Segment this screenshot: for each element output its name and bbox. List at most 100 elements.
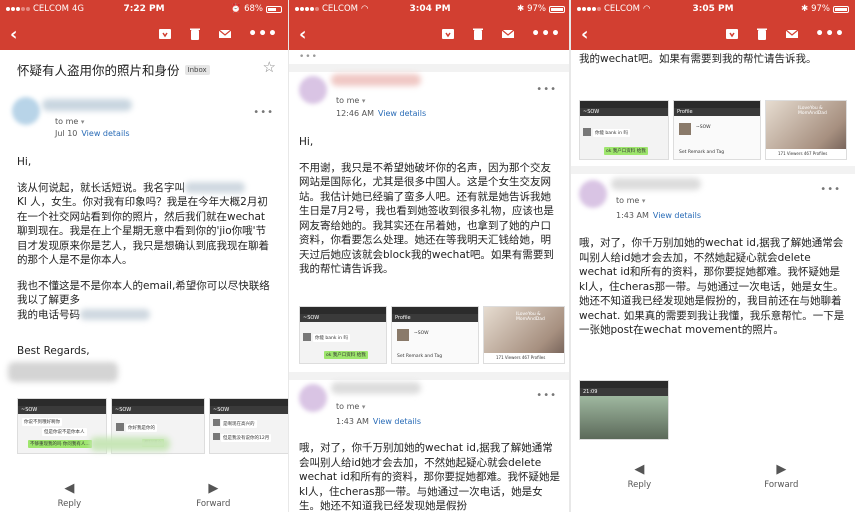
moment-photo-thumbnail[interactable]: 21:09 (579, 380, 669, 440)
recipient-line[interactable]: to me ▾ (616, 196, 645, 205)
message-more-icon[interactable]: ••• (253, 107, 274, 118)
signal-icon (577, 7, 601, 11)
chevron-down-icon: ▾ (361, 403, 366, 411)
reply-button[interactable]: ◀ Reply (628, 462, 652, 490)
message-more-icon[interactable]: ••• (536, 84, 557, 95)
battery-icon (266, 5, 282, 13)
email-toolbar: ‹ ••• (0, 18, 288, 50)
redacted-signature (8, 362, 118, 382)
signal-icon (295, 7, 319, 11)
chevron-down-icon: ▾ (361, 97, 366, 105)
back-button[interactable]: ‹ (10, 24, 34, 45)
body-greeting: Hi, (299, 136, 314, 148)
trash-icon[interactable] (188, 27, 202, 41)
recipient-line[interactable]: to me ▾ (336, 96, 365, 105)
trash-icon[interactable] (471, 27, 485, 41)
date-line: 1:43 AM View details (336, 417, 422, 426)
body-paragraph: Kl 人，女生。你对我有印象吗？我是在今年大概2月初在一个社交网站看到你的照片，… (17, 196, 269, 266)
view-details-link[interactable]: View details (81, 129, 129, 138)
message-more-icon[interactable]: ••• (820, 184, 841, 195)
email-body: 哦，对了，你千万别加她的wechat id,据我了解她通常会叫别人给id她才会去… (571, 236, 855, 349)
body-paragraph: 不用谢，我只是不希望她破坏你的名声，因为那个交友网站是国际化，尤其是很多中国人。… (299, 161, 554, 276)
inbox-badge[interactable]: Inbox (184, 64, 210, 75)
battery-icon (549, 5, 565, 13)
body-line: 该从何说起，就长话短说。我名字叫 (17, 181, 185, 194)
date-line: 12:46 AM View details (336, 109, 427, 118)
email-body: 哦，对了，你千万别加她的wechat id,据我了解她通常会叫别人给id她才会去… (289, 441, 571, 512)
archive-icon[interactable] (158, 27, 172, 41)
attachment-thumbnail[interactable]: Profile ~SOW Set Remark and Tag (391, 306, 479, 364)
carrier-label: CELCOM (33, 4, 70, 14)
status-bar: CELCOM ◠ 3:05 PM ✱ 97% (571, 0, 855, 18)
network-label: 4G (72, 4, 85, 14)
redacted-sender-name (331, 74, 421, 86)
message-divider (289, 372, 571, 380)
forward-icon: ▶ (208, 481, 219, 496)
email-body: Hi, 该从何说起，就长话短说。我名字叫 Kl 人，女生。你对我有印象吗？我是在… (0, 155, 288, 359)
chevron-down-icon: ▾ (641, 197, 646, 205)
view-details-link[interactable]: View details (378, 109, 426, 118)
avatar (299, 384, 327, 412)
battery-percent: 97% (527, 4, 546, 14)
trash-icon[interactable] (755, 27, 769, 41)
reply-bar: ◀ Reply ▶ Forward (571, 462, 855, 490)
avatar (579, 180, 607, 208)
back-button[interactable]: ‹ (581, 24, 605, 45)
wifi-icon: ◠ (643, 4, 651, 14)
star-icon[interactable]: ☆ (263, 58, 276, 76)
forward-icon: ▶ (776, 462, 787, 477)
redacted-name (185, 182, 245, 193)
mail-icon[interactable] (501, 27, 515, 41)
attachment-thumbnail[interactable]: Profile ~SOW Set Remark and Tag (673, 100, 761, 160)
photo-thumbnail[interactable]: ILoveYou & MomAndDad 171 Viewers 467 Pro… (483, 306, 565, 364)
battery-percent: 68% (244, 4, 263, 14)
archive-icon[interactable] (725, 27, 739, 41)
body-paragraph: 我也不懂这是不是你本人的email,希望你可以尽快联络我以了解更多 (17, 279, 270, 307)
email-screenshot-1: CELCOM 4G 7:22 PM ⏰ 68% ‹ ••• 怀疑有人盗用你的照片… (0, 0, 288, 512)
date-line: 1:43 AM View details (616, 211, 702, 220)
email-subject: 怀疑有人盗用你的照片和身份 Inbox (0, 50, 288, 79)
attachment-thumbnail[interactable]: ~SOW 你能 bank in 吗 ok 我户口资料 给我 (299, 306, 387, 364)
more-options-icon[interactable]: ••• (248, 27, 278, 41)
attachment-thumbnail[interactable]: ~SOW 是啊现在高兴的 但是我没有说你的12月 (209, 398, 288, 454)
status-bar: CELCOM 4G 7:22 PM ⏰ 68% (0, 0, 288, 18)
archive-icon[interactable] (441, 27, 455, 41)
photo-thumbnail[interactable]: ILoveYou & MomAndDad 171 Viewers 467 Pro… (765, 100, 847, 160)
body-line: 我的电话号码 (17, 308, 80, 321)
email-screenshot-3: CELCOM ◠ 3:05 PM ✱ 97% ‹ ••• 我的wechat吧。如… (571, 0, 855, 512)
message-divider (571, 166, 855, 174)
carrier-label: CELCOM (604, 4, 641, 14)
attachment-thumbnails: ~SOW 你能 bank in 吗 ok 我户口资料 给我 Profile ~S… (299, 306, 565, 364)
battery-fill (551, 7, 563, 11)
more-options-icon[interactable]: ••• (531, 27, 561, 41)
forward-button[interactable]: ▶ Forward (764, 462, 798, 490)
redacted-phone (80, 309, 150, 320)
battery-icon (833, 5, 849, 13)
view-details-link[interactable]: View details (373, 417, 421, 426)
email-body: Hi, 不用谢，我只是不希望她破坏你的名声，因为那个交友网站是国际化，尤其是很多… (289, 135, 571, 288)
date-line: Jul 10 View details (55, 129, 130, 138)
redacted-overlay (90, 437, 170, 451)
email-toolbar: ‹ ••• (571, 18, 855, 50)
body-paragraph: 哦，对了，你千万别加她的wechat id,据我了解她通常会叫别人给id她才会去… (299, 442, 560, 512)
body-greeting: Hi, (17, 156, 32, 168)
reply-button[interactable]: ◀ Reply (58, 481, 82, 509)
view-details-link[interactable]: View details (653, 211, 701, 220)
recipient-line[interactable]: to me ▾ (336, 402, 365, 411)
attachment-thumbnail[interactable]: ~SOW 你能 bank in 吗 ok 我户口资料 给我 (579, 100, 669, 160)
mail-icon[interactable] (785, 27, 799, 41)
back-button[interactable]: ‹ (299, 24, 323, 45)
redacted-sender-name (611, 178, 701, 190)
battery-fill (835, 7, 847, 11)
collapsed-messages-indicator[interactable]: ••• (299, 52, 318, 62)
sender-block: to me ▾ 1:43 AM View details ••• (289, 380, 571, 426)
mail-icon[interactable] (218, 27, 232, 41)
sender-block: to me ▾ 1:43 AM View details ••• (571, 174, 855, 220)
wifi-icon: ◠ (361, 4, 369, 14)
message-more-icon[interactable]: ••• (536, 390, 557, 401)
reply-icon: ◀ (64, 481, 75, 496)
body-paragraph: 哦，对了，你千万别加她的wechat id,据我了解她通常会叫别人给id她才会去… (579, 237, 845, 336)
recipient-line[interactable]: to me ▾ (55, 117, 84, 126)
more-options-icon[interactable]: ••• (815, 27, 845, 41)
forward-button[interactable]: ▶ Forward (196, 481, 230, 509)
